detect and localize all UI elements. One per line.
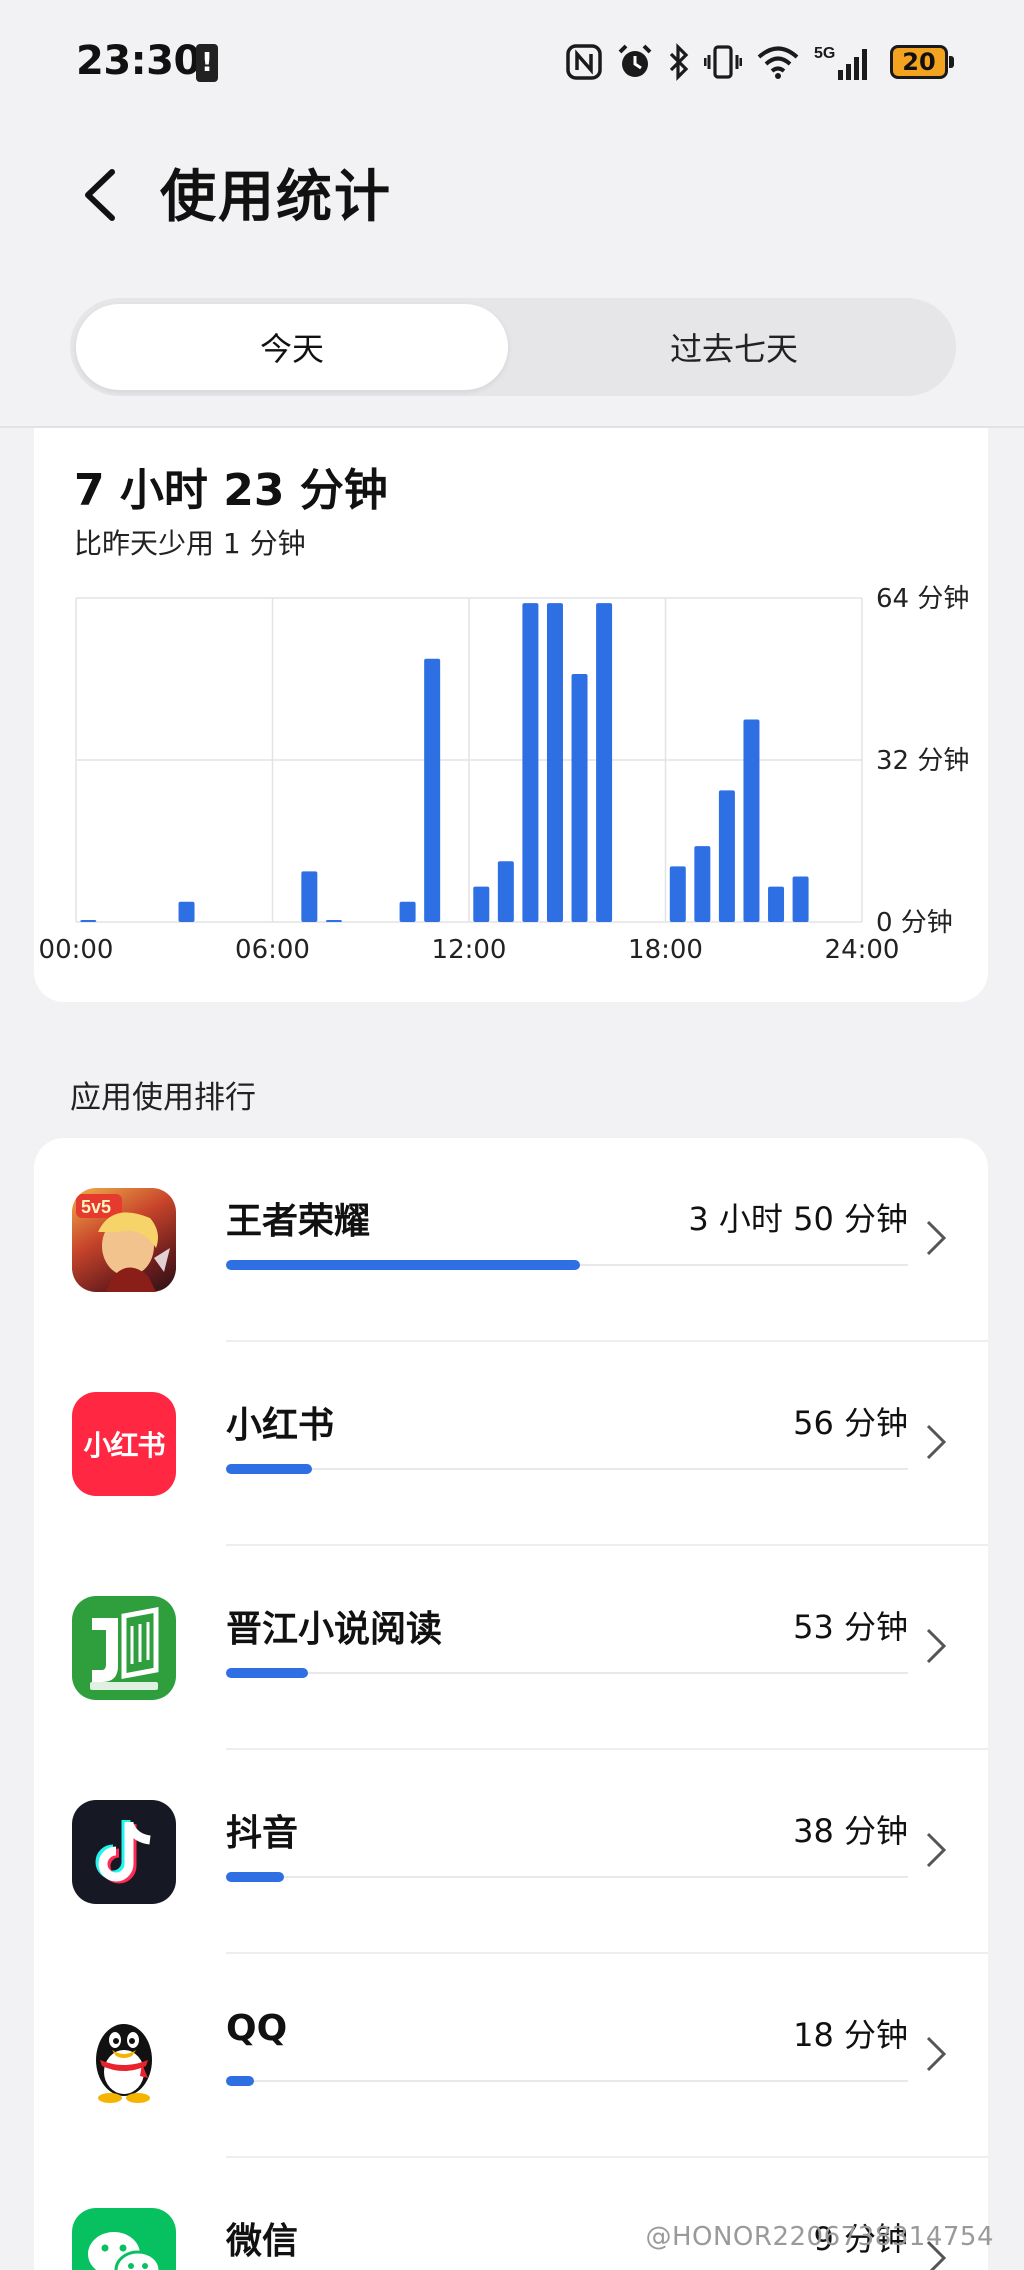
chart-bar bbox=[596, 603, 613, 922]
wifi-icon bbox=[757, 46, 799, 79]
hourly-usage-chart: 00:00 06:00 12:00 18:00 24:00 64 分钟 32 分钟 0 分钟 bbox=[39, 584, 970, 965]
chart-bar bbox=[424, 658, 441, 922]
chevron-right-icon bbox=[926, 1424, 947, 1460]
chart-bar bbox=[399, 901, 416, 922]
chevron-right-icon bbox=[926, 1832, 947, 1868]
app-name: 微信 bbox=[226, 2221, 299, 2262]
ranking-section-title: 应用使用排行 bbox=[70, 1080, 256, 1116]
network-type-label: 5G bbox=[814, 45, 835, 62]
usage-bar bbox=[226, 1872, 285, 1882]
chart-bar bbox=[325, 919, 342, 922]
chart-bar bbox=[792, 876, 809, 922]
usage-bar-track bbox=[226, 1468, 908, 1470]
app-usage-time: 18 分钟 bbox=[793, 2016, 908, 2054]
usage-bar-track bbox=[226, 1876, 908, 1878]
status-icons: 5G 20 bbox=[566, 40, 954, 84]
chevron-right-icon bbox=[926, 1220, 947, 1256]
chart-bar bbox=[80, 920, 97, 922]
chart-bar bbox=[178, 901, 195, 922]
signal-icon: 5G bbox=[814, 45, 867, 80]
list-item-douyin[interactable]: 抖音 38 分钟 bbox=[34, 1750, 988, 1954]
period-tabs: 今天 过去七天 bbox=[70, 298, 956, 396]
battery-level: 20 bbox=[902, 48, 936, 76]
list-item-qq[interactable]: QQ 18 分钟 bbox=[34, 1954, 988, 2158]
app-usage-time: 3 小时 50 分钟 bbox=[688, 1200, 908, 1238]
watermark: @HONOR2206738314754 bbox=[645, 2222, 994, 2252]
usage-bar bbox=[226, 1464, 313, 1474]
notification-alert-icon bbox=[196, 44, 218, 82]
app-ranking-list: 5v5 王者荣耀 3 小时 50 分钟 小红书 小红书 56 分钟 晋江小说阅读… bbox=[34, 1138, 988, 2270]
chart-bar bbox=[301, 871, 318, 922]
chart-bar bbox=[743, 719, 760, 922]
chart-x-tick-label: 12:00 bbox=[432, 935, 507, 965]
chart-bar bbox=[546, 603, 563, 922]
chart-x-tick-label: 18:00 bbox=[628, 935, 703, 965]
jinjiang-icon bbox=[72, 1596, 176, 1700]
app-name: 晋江小说阅读 bbox=[226, 1609, 443, 1650]
header: 使用统计 bbox=[0, 130, 1024, 260]
usage-chart-card: 7 小时 23 分钟 比昨天少用 1 分钟 00:00 06:00 12:00 18:… bbox=[34, 428, 988, 1002]
chart-y-tick-label: 32 分钟 bbox=[876, 746, 969, 776]
bluetooth-icon bbox=[669, 43, 689, 81]
chart-y-tick-label: 0 分钟 bbox=[876, 908, 953, 938]
chart-bar bbox=[497, 861, 514, 922]
list-item-xiaohongshu[interactable]: 小红书 小红书 56 分钟 bbox=[34, 1342, 988, 1546]
status-bar: 23:30 ! 5G 20 bbox=[0, 0, 1024, 130]
chart-bar bbox=[571, 673, 588, 922]
xiaohongshu-icon-text: 小红书 bbox=[83, 1429, 165, 1462]
usage-stats-screen: 23:30 ! 5G 20 使用统计 今天 过去七天 7 小时 23 分钟 比昨… bbox=[0, 0, 1024, 2270]
app-name: 抖音 bbox=[226, 1813, 299, 1854]
chart-bar bbox=[669, 866, 686, 922]
chevron-right-icon bbox=[926, 2036, 947, 2072]
vibrate-icon bbox=[704, 45, 742, 79]
app-usage-time: 56 分钟 bbox=[793, 1404, 908, 1442]
chart-y-tick-label: 64 分钟 bbox=[876, 584, 969, 614]
list-item-honor-of-kings[interactable]: 5v5 王者荣耀 3 小时 50 分钟 bbox=[34, 1138, 988, 1342]
app-name: QQ bbox=[226, 2008, 288, 2049]
usage-bar-track bbox=[226, 1672, 908, 1674]
chart-bar bbox=[718, 790, 735, 922]
list-item-wechat[interactable]: 微信 9 分钟 bbox=[34, 2158, 988, 2270]
svg-text:5v5: 5v5 bbox=[81, 1197, 111, 1217]
nfc-icon bbox=[566, 44, 602, 80]
usage-bar bbox=[226, 1260, 580, 1270]
chevron-right-icon bbox=[926, 1628, 947, 1664]
app-usage-time: 53 分钟 bbox=[793, 1608, 908, 1646]
xiaohongshu-icon: 小红书 bbox=[72, 1392, 176, 1496]
chart-x-tick-label: 24:00 bbox=[825, 935, 900, 965]
tab-past-seven-days[interactable]: 过去七天 bbox=[518, 304, 950, 390]
chart-x-tick-label: 00:00 bbox=[39, 935, 114, 965]
app-usage-time: 38 分钟 bbox=[793, 1812, 908, 1850]
app-name: 小红书 bbox=[226, 1405, 335, 1446]
qq-icon bbox=[72, 2004, 176, 2108]
back-button[interactable] bbox=[72, 160, 132, 230]
usage-bar bbox=[226, 1668, 308, 1678]
chart-bar bbox=[694, 846, 711, 922]
wechat-icon bbox=[72, 2208, 176, 2270]
app-name: 王者荣耀 bbox=[226, 1201, 371, 1242]
usage-bar bbox=[226, 2076, 254, 2086]
status-time: 23:30 bbox=[76, 38, 201, 84]
page-title: 使用统计 bbox=[160, 165, 392, 230]
chart-bar bbox=[768, 886, 785, 922]
tab-today[interactable]: 今天 bbox=[76, 304, 508, 390]
chart-bar bbox=[522, 603, 539, 922]
chevron-left-icon bbox=[85, 169, 115, 221]
usage-bar-track bbox=[226, 2080, 908, 2082]
list-item-jinjiang[interactable]: 晋江小说阅读 53 分钟 bbox=[34, 1546, 988, 1750]
alarm-icon bbox=[618, 44, 652, 77]
douyin-icon bbox=[72, 1800, 176, 1904]
honor-of-kings-icon: 5v5 bbox=[72, 1188, 176, 1292]
chart-bar bbox=[473, 886, 490, 922]
chart-x-tick-label: 06:00 bbox=[235, 935, 310, 965]
battery-icon: 20 bbox=[890, 45, 954, 79]
